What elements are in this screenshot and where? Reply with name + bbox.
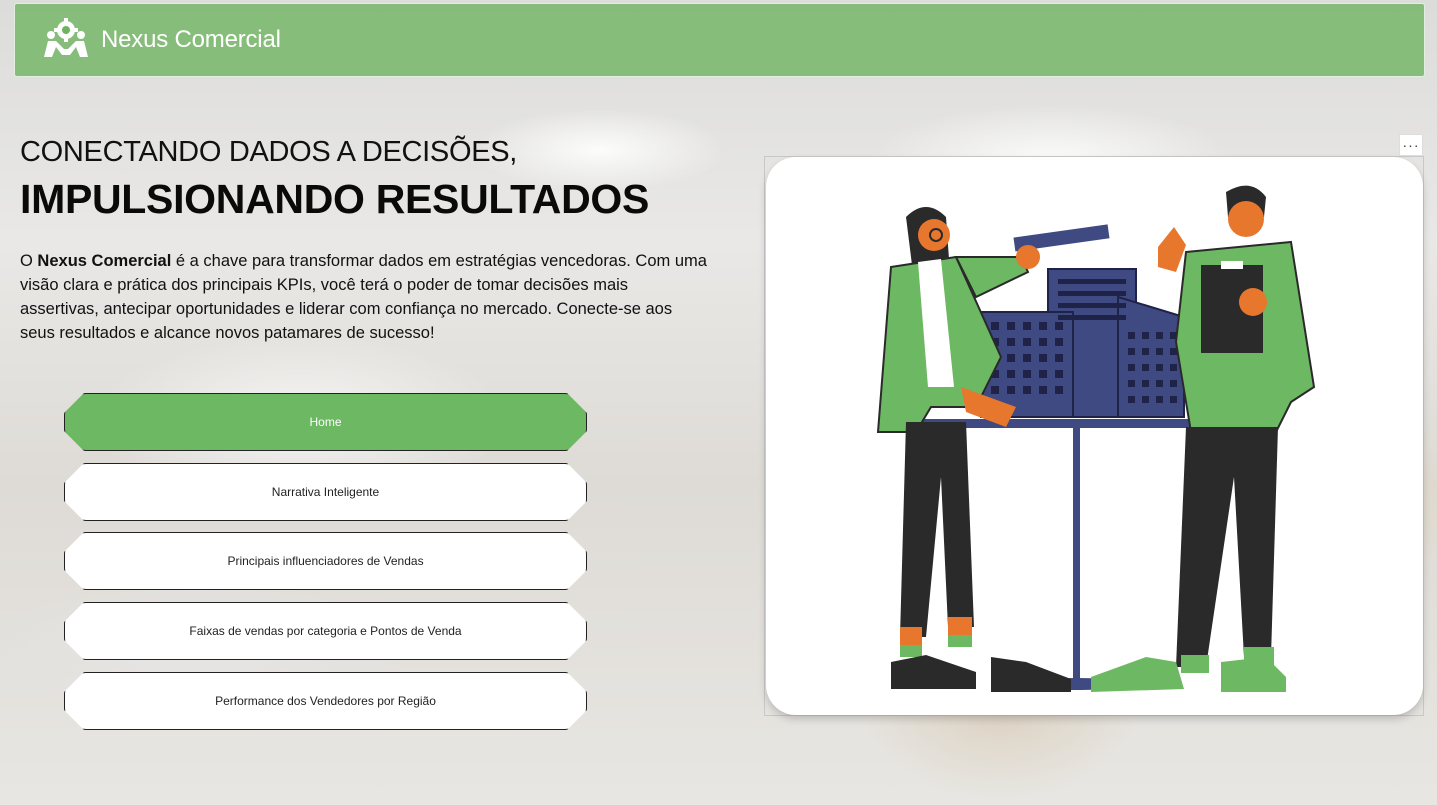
more-options-button[interactable]: ···: [1399, 134, 1423, 156]
intro-prefix: O: [20, 252, 38, 270]
app-header: Nexus Comercial: [14, 3, 1425, 77]
nav-button-narrativa-inteligente[interactable]: Narrativa Inteligente: [64, 463, 587, 521]
business-team-illustration: [766, 157, 1423, 715]
nav-button-faixas-vendas[interactable]: Faixas de vendas por categoria e Pontos …: [64, 602, 587, 660]
app-title: Nexus Comercial: [101, 26, 281, 53]
handshake-gear-icon: [41, 16, 91, 64]
hero-headline-line1: CONECTANDO DADOS A DECISÕES,: [20, 136, 518, 168]
nav-button-influenciadores-vendas[interactable]: Principais influenciadores de Vendas: [64, 532, 587, 590]
nav-button-performance-vendedores[interactable]: Performance dos Vendedores por Região: [64, 672, 587, 730]
intro-brand: Nexus Comercial: [37, 252, 172, 270]
nav-button-home[interactable]: Home: [64, 393, 587, 451]
hero-headline-line2: IMPULSIONANDO RESULTADOS: [20, 176, 650, 222]
intro-paragraph: O Nexus Comercial é a chave para transfo…: [20, 249, 710, 345]
